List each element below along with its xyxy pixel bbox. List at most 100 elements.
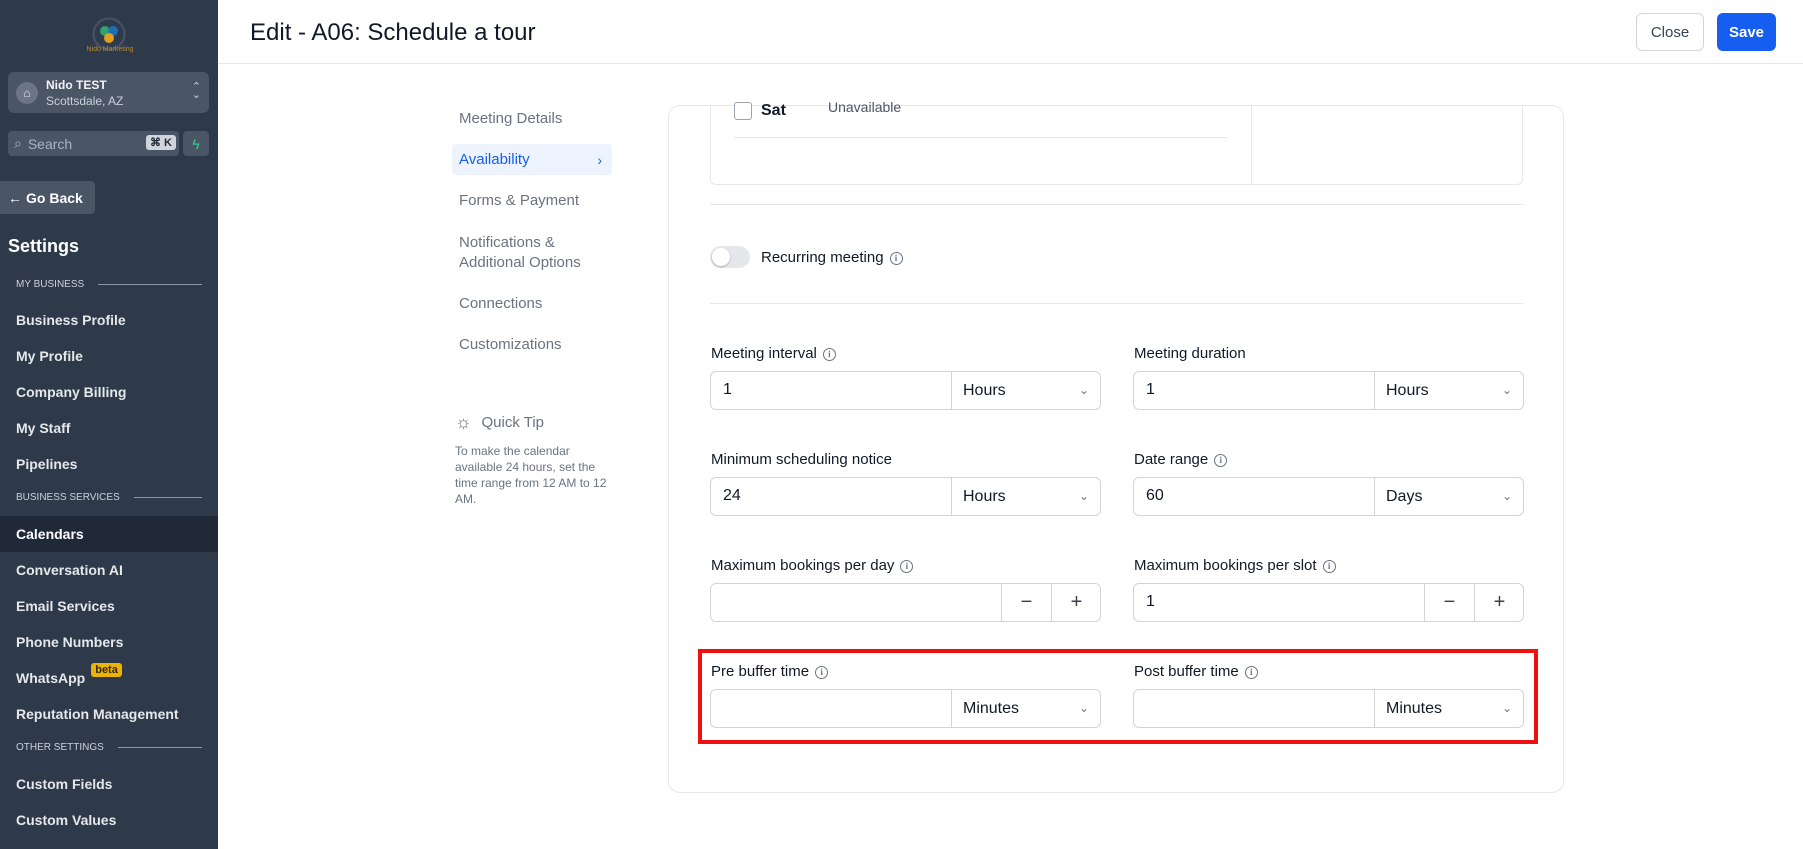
sidebar-item-business-profile[interactable]: Business Profile — [0, 302, 218, 338]
info-icon[interactable]: i — [900, 559, 914, 573]
meeting-interval-value: 1 — [723, 381, 732, 398]
account-switcher[interactable]: ⌂ Nido TEST Scottsdale, AZ ⌃ ⌄ — [8, 72, 209, 113]
section-label: MY BUSINESS — [16, 279, 85, 290]
plus-icon[interactable]: + — [1474, 584, 1524, 621]
tab-meeting-details[interactable]: Meeting Details — [452, 103, 612, 134]
max-bookings-day-stepper[interactable]: − + — [710, 583, 1101, 622]
highlight-box — [698, 649, 1538, 744]
saturday-checkbox[interactable] — [734, 102, 752, 120]
search-shortcut: ⌘ K — [146, 135, 176, 150]
select-value: Hours — [963, 382, 1006, 399]
divider — [1251, 105, 1252, 184]
location-icon: ⌂ — [16, 81, 38, 104]
label-text: Meeting interval — [711, 345, 817, 362]
sidebar-item-calendars[interactable]: Calendars — [0, 516, 218, 552]
tab-availability[interactable]: Availability › — [452, 144, 612, 175]
sidebar-item-label: WhatsApp — [16, 670, 86, 686]
max-bookings-slot-stepper[interactable]: 1 − + — [1133, 583, 1524, 622]
minus-icon[interactable]: − — [1001, 584, 1051, 621]
chevron-down-icon: ⌄ — [1501, 383, 1512, 397]
sidebar-item-custom-values[interactable]: Custom Values — [0, 802, 218, 838]
date-range-unit-select[interactable]: Days ⌄ — [1374, 478, 1524, 515]
section-my-business: MY BUSINESS — [16, 279, 202, 290]
meeting-interval-field[interactable]: 1 Hours ⌄ — [710, 371, 1101, 410]
sidebar-item-label: Phone Numbers — [16, 634, 124, 650]
label-text: Maximum bookings per slot — [1134, 557, 1317, 574]
quick-action-bolt-icon[interactable]: ϟ — [183, 131, 209, 156]
info-icon[interactable]: i — [1322, 559, 1336, 573]
tab-connections[interactable]: Connections — [452, 288, 612, 319]
sidebar-item-company-billing[interactable]: Company Billing — [0, 374, 218, 410]
tab-label: Customizations — [459, 335, 562, 353]
search-icon: ⌕ — [14, 135, 22, 151]
go-back-label: Go Back — [26, 189, 83, 206]
sidebar-item-whatsapp[interactable]: WhatsApp beta — [0, 660, 218, 696]
meeting-duration-label: Meeting duration — [1134, 345, 1246, 362]
day-label: Sat — [761, 102, 786, 119]
settings-title: Settings — [8, 236, 80, 256]
label-text: Date range — [1134, 451, 1209, 468]
section-business-services: BUSINESS SERVICES — [16, 492, 202, 503]
min-notice-value: 24 — [723, 487, 741, 504]
account-location: Scottsdale, AZ — [46, 93, 124, 108]
sidebar-item-email-services[interactable]: Email Services — [0, 588, 218, 624]
chevron-updown-icon: ⌃ ⌄ — [191, 81, 201, 101]
sidebar-item-phone-numbers[interactable]: Phone Numbers — [0, 624, 218, 660]
tab-label-line1: Notifications & — [459, 234, 555, 251]
sidebar-item-label: Reputation Management — [16, 706, 179, 722]
date-range-field[interactable]: 60 Days ⌄ — [1133, 477, 1524, 516]
tab-customizations[interactable]: Customizations — [452, 329, 612, 360]
divider — [710, 303, 1523, 304]
minus-icon[interactable]: − — [1424, 584, 1474, 621]
min-notice-field[interactable]: 24 Hours ⌄ — [710, 477, 1101, 516]
info-icon[interactable]: i — [889, 251, 903, 265]
close-button[interactable]: Close — [1636, 13, 1704, 51]
save-button[interactable]: Save — [1717, 13, 1776, 51]
sidebar-item-label: Email Services — [16, 598, 115, 614]
section-label: BUSINESS SERVICES — [16, 492, 120, 503]
tab-label: Forms & Payment — [459, 191, 580, 209]
day-status: Unavailable — [828, 99, 902, 115]
tab-notifications[interactable]: Notifications & Additional Options — [452, 231, 612, 275]
sidebar-item-reputation-management[interactable]: Reputation Management — [0, 696, 218, 732]
min-notice-label: Minimum scheduling notice — [711, 451, 892, 468]
meeting-duration-unit-select[interactable]: Hours ⌄ — [1374, 372, 1524, 409]
select-value: Hours — [1386, 382, 1429, 399]
tab-forms-payment[interactable]: Forms & Payment — [452, 185, 612, 216]
sidebar-item-label: My Staff — [16, 420, 71, 436]
arrow-left-icon: ← — [8, 189, 22, 206]
sidebar-item-conversation-ai[interactable]: Conversation AI — [0, 552, 218, 588]
sidebar-item-my-staff[interactable]: My Staff — [0, 410, 218, 446]
min-notice-unit-select[interactable]: Hours ⌄ — [951, 478, 1101, 515]
select-value: Days — [1386, 488, 1423, 505]
date-range-value: 60 — [1146, 487, 1164, 504]
go-back-button[interactable]: ← Go Back — [0, 181, 95, 214]
lightbulb-icon: ☼ — [455, 412, 472, 432]
sidebar: Nido Marketing ⌂ Nido TEST Scottsdale, A… — [0, 0, 218, 849]
sidebar-item-pipelines[interactable]: Pipelines — [0, 446, 218, 482]
availability-card: Sat Unavailable Recurring meeting i Meeti… — [668, 99, 1564, 793]
sidebar-item-label: Custom Fields — [16, 776, 113, 792]
info-icon[interactable]: i — [822, 347, 836, 361]
info-icon[interactable]: i — [1214, 453, 1228, 467]
search-input[interactable]: ⌕ Search ⌘ K — [8, 131, 179, 156]
quick-tip-title: Quick Tip — [481, 414, 545, 431]
max-bookings-slot-label: Maximum bookings per slot i — [1134, 557, 1336, 574]
meeting-interval-unit-select[interactable]: Hours ⌄ — [951, 372, 1101, 409]
meeting-duration-value: 1 — [1146, 381, 1155, 398]
sidebar-item-label: Company Billing — [16, 384, 127, 400]
page-title: Edit - A06: Schedule a tour — [250, 19, 536, 46]
chevron-down-icon: ⌄ — [1501, 489, 1512, 503]
sidebar-item-label: Business Profile — [16, 312, 126, 328]
plus-icon[interactable]: + — [1051, 584, 1101, 621]
meeting-duration-field[interactable]: 1 Hours ⌄ — [1133, 371, 1524, 410]
beta-badge: beta — [91, 663, 122, 677]
sidebar-item-my-profile[interactable]: My Profile — [0, 338, 218, 374]
sidebar-item-label: Calendars — [16, 526, 84, 542]
tab-label-line2: Additional Options — [459, 254, 581, 271]
sidebar-item-custom-fields[interactable]: Custom Fields — [0, 766, 218, 802]
sidebar-item-label: Pipelines — [16, 456, 78, 472]
recurring-meeting-toggle[interactable] — [710, 246, 750, 268]
quick-tip: ☼ Quick Tip To make the calendar availabl… — [455, 412, 615, 507]
weekly-schedule: Sat Unavailable — [710, 99, 1523, 185]
